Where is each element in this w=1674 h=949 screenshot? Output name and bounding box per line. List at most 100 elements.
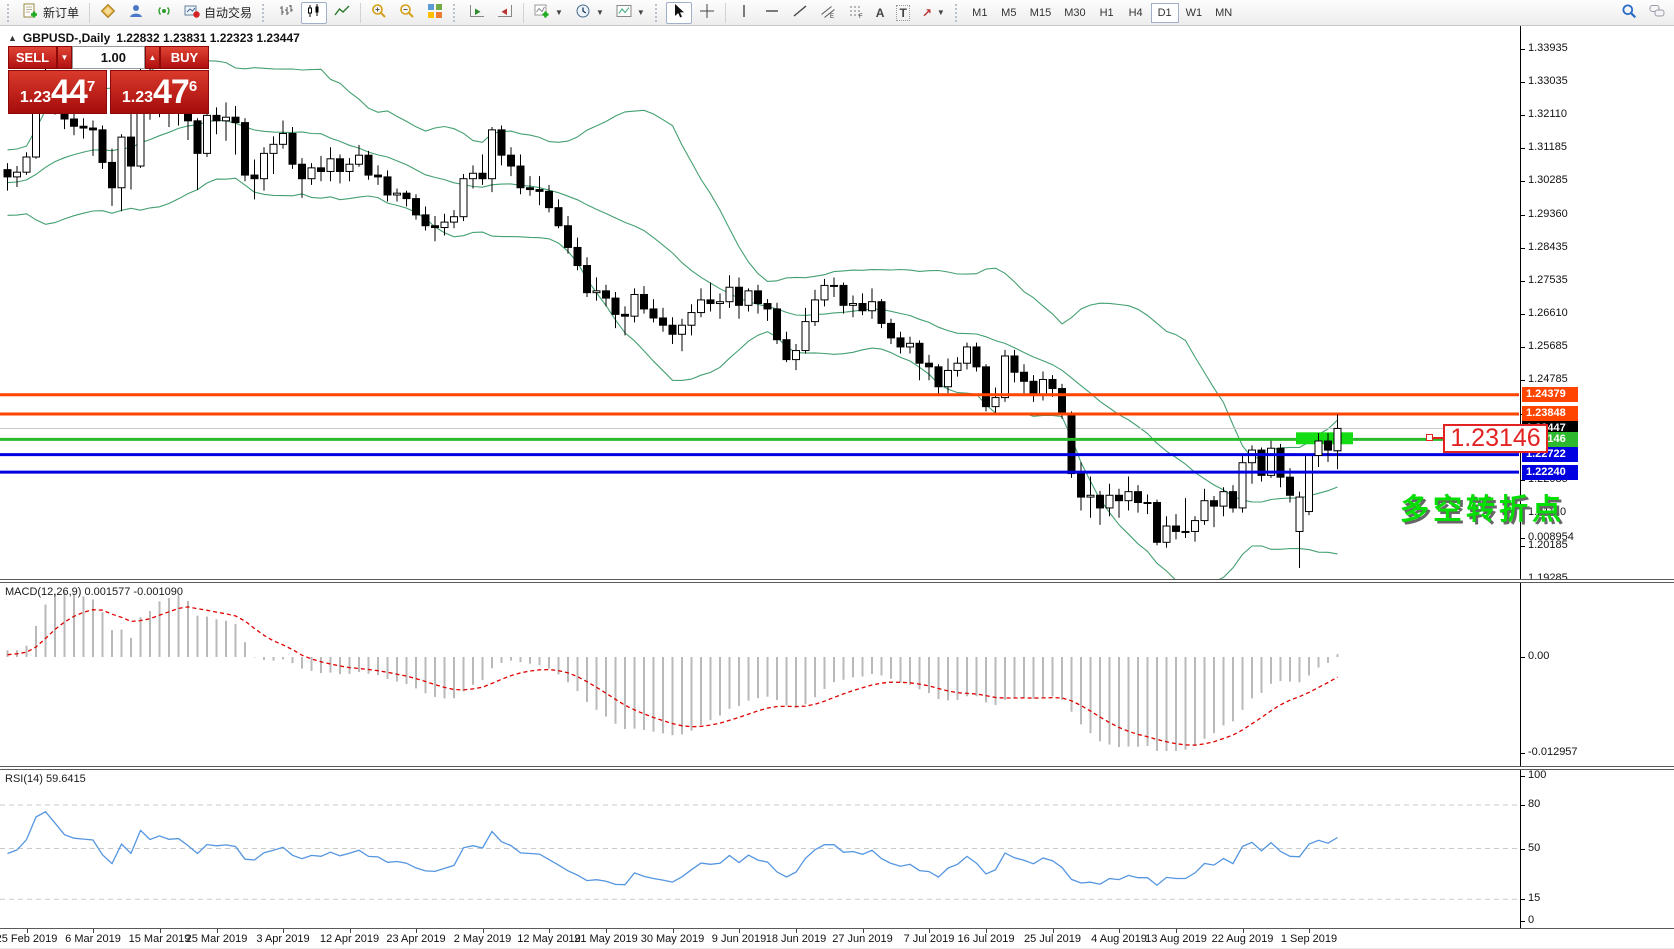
toolbar-grip[interactable] [453,4,459,22]
candle-body [204,115,211,153]
macd-pane: 0.0089540.00-0.012957 MACD(12,26,9) 0.00… [0,583,1674,766]
date-label: 1 Sep 2019 [1281,933,1337,945]
candle-body [650,309,657,318]
fibonacci-button[interactable]: F [843,2,869,24]
candle-body [726,287,733,301]
tab-timeframe-M5[interactable]: M5 [995,3,1023,23]
rsi-axis[interactable]: 1008050150 [1520,770,1674,928]
autotrade-button[interactable]: 自动交易 [179,2,257,24]
chat-button[interactable] [1644,2,1670,24]
rsi-axis-tick [1521,849,1525,850]
buy-button[interactable]: BUY [160,46,209,69]
price-axis-tick [1521,248,1525,249]
time-axis[interactable]: 25 Feb 20196 Mar 201915 Mar 201925 Mar 2… [0,928,1674,949]
toolbar-grip[interactable] [7,4,13,22]
crosshair-button[interactable] [694,2,720,24]
new-order-icon [23,3,39,22]
search-button[interactable] [1616,2,1642,24]
price-axis-tick [1521,347,1525,348]
candle-body [983,367,990,407]
templates-button[interactable]: ▼ [611,2,650,24]
macd-chart[interactable] [0,583,1520,766]
bollinger-lower-band [8,178,1338,579]
candle-body [109,162,116,187]
candle-body [897,338,904,347]
price-tick-label: 1.24785 [1528,373,1568,385]
chevron-down-icon: ▼ [555,8,563,17]
price-axis-tick [1521,546,1525,547]
volume-up-button[interactable]: ▲ [145,46,160,69]
bar-chart-button[interactable] [273,2,299,24]
turning-point-annotation[interactable]: 多空转折点 [1400,486,1565,528]
volume-down-button[interactable]: ▼ [57,46,72,69]
tab-timeframe-H1[interactable]: H1 [1093,3,1121,23]
trendline-button[interactable] [787,2,813,24]
tab-timeframe-MN[interactable]: MN [1209,3,1238,23]
tile-windows-button[interactable] [422,2,448,24]
indicators-button[interactable]: ▼ [529,2,568,24]
sell-price[interactable]: 1.23447 [8,70,107,114]
price-callout[interactable]: 1.23146 [1443,424,1548,453]
tab-timeframe-W1[interactable]: W1 [1180,3,1209,23]
candle-body [669,325,676,334]
tab-timeframe-M15[interactable]: M15 [1024,3,1057,23]
price-tick-label: 1.32110 [1528,108,1567,120]
candle-body [223,117,230,121]
text-button[interactable]: A [871,2,890,24]
candle-body [859,304,866,311]
channel-button[interactable]: E [815,2,841,24]
horizontal-line-icon [764,3,780,22]
collapse-arrow-icon[interactable]: ▲ [8,33,17,43]
rsi-axis-tick [1521,805,1525,806]
tab-timeframe-H4[interactable]: H4 [1122,3,1150,23]
date-label: 18 Jun 2019 [766,933,827,945]
horizontal-line-button[interactable] [759,2,785,24]
rsi-chart[interactable] [0,770,1520,928]
candle-body [1106,495,1113,508]
callout-anchor[interactable] [1426,434,1433,441]
tab-timeframe-M30[interactable]: M30 [1058,3,1091,23]
chart-shift-button[interactable] [492,2,518,24]
new-order-button[interactable]: 新订单 [18,2,84,24]
candle-body [337,159,344,172]
toolbar-grip[interactable] [655,4,661,22]
buy-price-pips: 47 [153,75,189,109]
price-axis-tick [1521,82,1525,83]
candle-chart-button[interactable] [301,2,327,24]
chart-ohlc-header: ▲ GBPUSD-,Daily 1.22832 1.23831 1.22323 … [8,31,300,45]
periods-button[interactable]: ▼ [570,2,609,24]
candle-body [1315,441,1322,455]
toolbar-separator [89,3,90,23]
volume-input[interactable]: 1.00 [72,46,145,69]
price-chart[interactable] [0,26,1520,579]
zoom-in-button[interactable] [366,2,392,24]
line-chart-button[interactable] [329,2,355,24]
market-watch-button[interactable] [95,2,121,24]
arrows-button[interactable]: ↗▼ [917,2,950,24]
candle-body [1325,441,1332,450]
candle-body [945,370,952,386]
sell-button[interactable]: SELL [8,46,57,69]
rsi-axis-tick [1521,921,1525,922]
tab-timeframe-D1[interactable]: D1 [1151,3,1179,23]
candle-body [213,115,220,120]
auto-scroll-button[interactable] [464,2,490,24]
cursor-button[interactable] [666,2,692,24]
candle-body [935,367,942,387]
tab-timeframe-M1[interactable]: M1 [966,3,994,23]
navigator-button[interactable] [123,2,149,24]
candle-body [593,291,600,293]
macd-axis[interactable]: 0.0089540.00-0.012957 [1520,583,1674,766]
candle-body [432,226,439,228]
zoom-out-button[interactable] [394,2,420,24]
toolbar-grip[interactable] [262,4,268,22]
toolbar-grip[interactable] [955,4,961,22]
vertical-line-button[interactable] [731,2,757,24]
signals-button[interactable] [151,2,177,24]
candle-body [1116,495,1123,500]
candle-body [1097,495,1104,508]
label-button[interactable]: T [891,2,914,24]
buy-price[interactable]: 1.23476 [110,70,209,114]
macd-axis-tick [1521,538,1525,539]
candle-body [612,298,619,314]
